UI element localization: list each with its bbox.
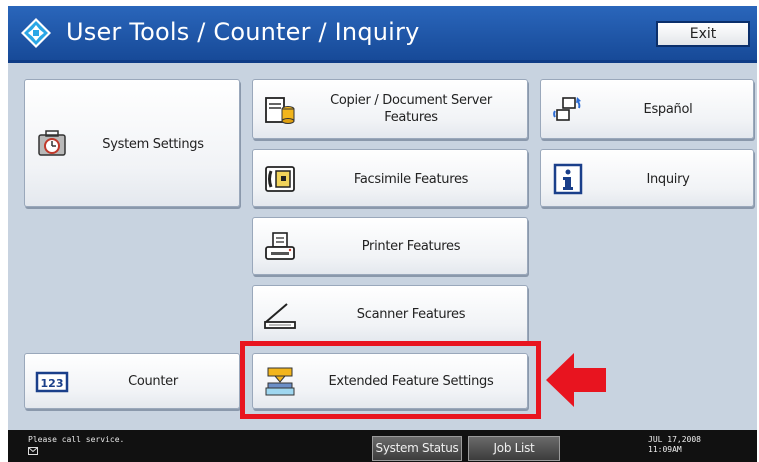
- facsimile-features-button[interactable]: Facsimile Features: [252, 149, 528, 207]
- info-icon: [553, 163, 583, 195]
- menu-area: System Settings 123 Counter Copier / Doc…: [8, 63, 757, 430]
- status-bar: Please call service. System Status Job L…: [8, 430, 757, 462]
- extended-feature-icon: [265, 367, 295, 396]
- copier-label: Copier / Document Server Features: [301, 92, 521, 126]
- system-settings-button[interactable]: System Settings: [24, 79, 240, 207]
- toolbox-clock-icon: [38, 130, 66, 156]
- copier-document-server-icon: [265, 97, 295, 124]
- svg-text:123: 123: [41, 377, 64, 390]
- copier-document-server-button[interactable]: Copier / Document Server Features: [252, 79, 528, 139]
- job-list-button[interactable]: Job List: [468, 436, 560, 461]
- counter-button[interactable]: 123 Counter: [24, 353, 240, 409]
- date-text: JUL 17,2008: [648, 435, 701, 444]
- time-text: 11:09AM: [648, 445, 682, 454]
- system-status-button[interactable]: System Status: [372, 436, 462, 461]
- espanol-label: Español: [643, 102, 693, 117]
- envelope-icon: [28, 447, 38, 455]
- espanol-button[interactable]: Español: [540, 79, 754, 139]
- facsimile-label: Facsimile Features: [353, 172, 469, 187]
- facsimile-icon: [265, 166, 295, 192]
- exit-button[interactable]: Exit: [656, 21, 750, 47]
- page-title: User Tools / Counter / Inquiry: [66, 18, 420, 46]
- scanner-label: Scanner Features: [356, 307, 466, 322]
- service-message: Please call service.: [28, 435, 125, 444]
- printer-features-button[interactable]: Printer Features: [252, 217, 528, 275]
- printer-icon: [265, 232, 295, 260]
- system-settings-label: System Settings: [102, 137, 204, 152]
- printer-label: Printer Features: [361, 239, 461, 254]
- extended-feature-settings-button[interactable]: Extended Feature Settings: [252, 353, 528, 409]
- diamond-arrows-icon: [21, 18, 51, 48]
- copier-label-line2: Features: [384, 110, 438, 125]
- red-left-arrow-icon: [546, 353, 606, 407]
- inquiry-button[interactable]: Inquiry: [540, 149, 754, 207]
- scanner-icon: [264, 303, 296, 329]
- copier-label-line1: Copier / Document Server: [330, 93, 492, 108]
- counter-123-icon: 123: [35, 371, 69, 393]
- title-bar: User Tools / Counter / Inquiry Exit: [8, 6, 757, 63]
- language-switch-icon: [553, 97, 581, 121]
- extended-feature-label: Extended Feature Settings: [328, 374, 494, 389]
- scanner-features-button[interactable]: Scanner Features: [252, 285, 528, 343]
- inquiry-label: Inquiry: [646, 172, 690, 187]
- counter-label: Counter: [128, 374, 178, 389]
- date-time: JUL 17,2008 11:09AM: [648, 435, 701, 455]
- copier-panel-screen: User Tools / Counter / Inquiry Exit Syst…: [8, 6, 757, 462]
